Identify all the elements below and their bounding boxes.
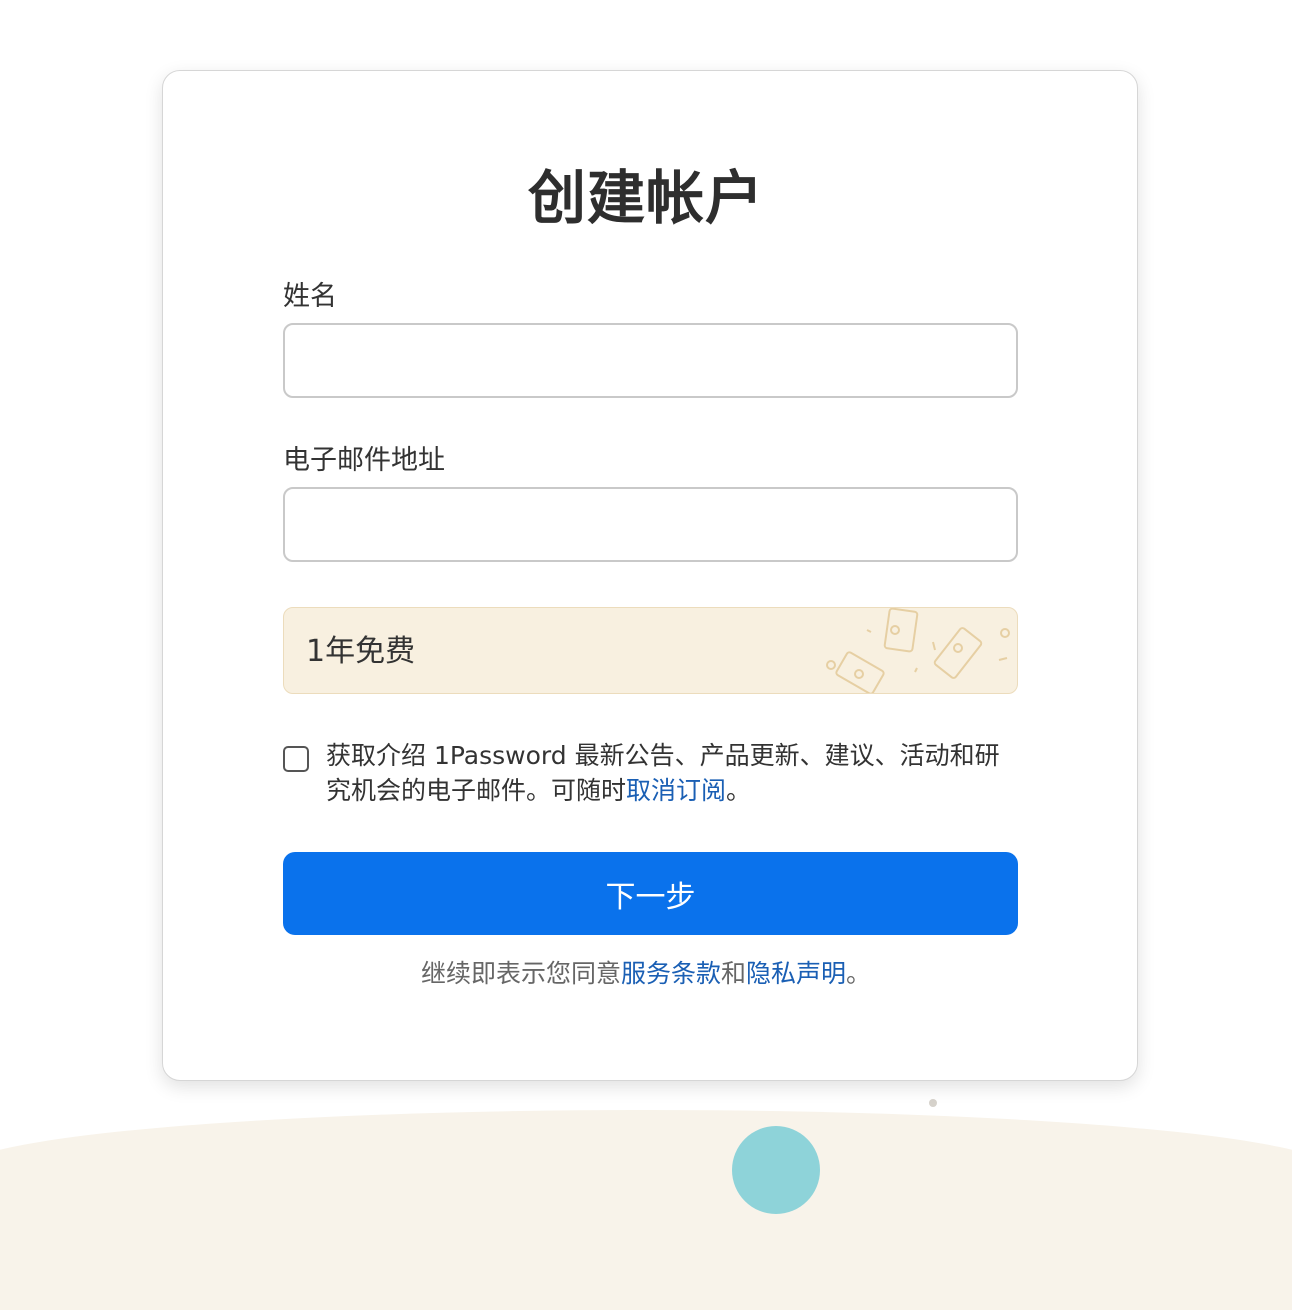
page-title: 创建帐户: [527, 164, 764, 232]
privacy-policy-link[interactable]: 隐私声明: [746, 959, 846, 988]
unsubscribe-link[interactable]: 取消订阅: [626, 776, 726, 805]
consent-suffix: 。: [726, 776, 752, 805]
name-label: 姓名: [283, 281, 337, 312]
background-dot: [929, 1099, 937, 1107]
terms-suffix: 。: [846, 959, 872, 988]
terms-of-service-link[interactable]: 服务条款: [621, 959, 721, 988]
background-wave: [0, 1110, 1292, 1310]
email-input[interactable]: [283, 487, 1018, 562]
tickets-illustration-icon: [826, 608, 1010, 693]
promo-banner: 1年免费: [283, 607, 1018, 694]
terms-text: 继续即表示您同意服务条款和隐私声明。: [0, 956, 1292, 992]
marketing-checkbox[interactable]: [283, 746, 309, 772]
terms-and: 和: [720, 959, 746, 988]
next-button[interactable]: 下一步: [283, 852, 1018, 935]
name-input[interactable]: [283, 323, 1018, 398]
terms-prefix: 继续即表示您同意: [420, 959, 621, 988]
email-label: 电子邮件地址: [283, 445, 445, 476]
marketing-consent-text: 获取介绍 1Password 最新公告、产品更新、建议、活动和研究机会的电子邮件…: [326, 738, 1016, 808]
promo-text: 1年免费: [306, 634, 416, 669]
background-circle: [732, 1126, 820, 1214]
